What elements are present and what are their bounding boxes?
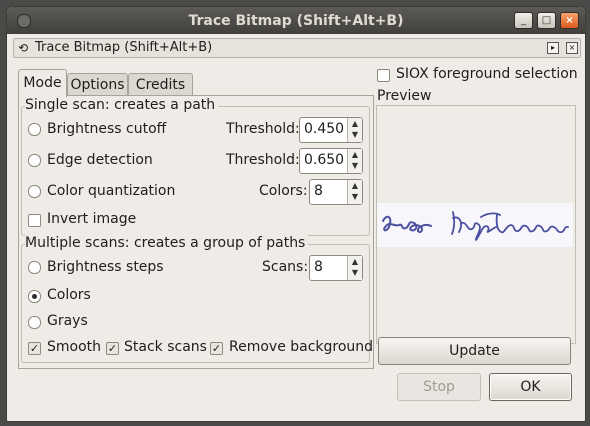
signature-preview (382, 211, 569, 241)
dock-iconify-icon[interactable]: ▸ (547, 42, 559, 54)
scans-spinner[interactable]: 8 ▲ ▼ (309, 255, 363, 281)
siox-label: SIOX foreground selection (396, 66, 578, 82)
spin-arrows-icon[interactable]: ▲ ▼ (347, 180, 362, 204)
maximize-button[interactable]: □ (537, 12, 556, 29)
grays-label: Grays (47, 313, 88, 329)
minimize-button[interactable]: _ (514, 12, 533, 29)
tab-options[interactable]: Options (67, 73, 128, 96)
brightness-threshold-spinner[interactable]: 0.450 ▲ ▼ (299, 117, 363, 143)
spin-arrows-icon[interactable]: ▲ ▼ (347, 256, 362, 280)
tab-credits[interactable]: Credits (128, 73, 193, 96)
close-button[interactable]: × (560, 12, 579, 29)
edge-threshold-value[interactable]: 0.650 (304, 152, 344, 168)
color-quantization-radio[interactable] (28, 185, 41, 198)
siox-checkbox[interactable] (377, 69, 390, 82)
edge-threshold-spinner[interactable]: 0.650 ▲ ▼ (299, 148, 363, 174)
trace-bitmap-icon: ⟲ (18, 41, 29, 55)
invert-image-label: Invert image (47, 211, 137, 227)
single-scan-title: Single scan: creates a path (25, 97, 219, 113)
preview-image (377, 203, 573, 247)
stack-scans-checkbox[interactable]: ✓ (106, 342, 119, 355)
colors-label: Colors (47, 287, 91, 303)
dock-header[interactable]: ⟲ Trace Bitmap (Shift+Alt+B) ▸ × (13, 38, 581, 58)
invert-image-checkbox[interactable] (28, 214, 41, 227)
brightness-threshold-label: Threshold: (226, 121, 300, 137)
dock-title: Trace Bitmap (Shift+Alt+B) (35, 40, 213, 55)
ok-button[interactable]: OK (489, 373, 572, 401)
scans-value[interactable]: 8 (314, 259, 323, 275)
trace-bitmap-window: Trace Bitmap (Shift+Alt+B) _ □ × ⟲ Trace… (6, 6, 586, 422)
window-title: Trace Bitmap (Shift+Alt+B) (188, 13, 404, 29)
stack-scans-label: Stack scans (124, 339, 207, 355)
brightness-steps-radio[interactable] (28, 261, 41, 274)
smooth-checkbox[interactable]: ✓ (28, 342, 41, 355)
colors-count-spinner[interactable]: 8 ▲ ▼ (309, 179, 363, 205)
dock-close-icon[interactable]: × (566, 42, 578, 54)
color-quantization-label: Color quantization (47, 183, 176, 199)
colors-count-value[interactable]: 8 (314, 183, 323, 199)
edge-threshold-label: Threshold: (226, 152, 300, 168)
edge-detection-label: Edge detection (47, 152, 153, 168)
colors-radio[interactable] (28, 290, 41, 303)
grays-radio[interactable] (28, 316, 41, 329)
edge-detection-radio[interactable] (28, 154, 41, 167)
spin-arrows-icon[interactable]: ▲ ▼ (347, 118, 362, 142)
brightness-cutoff-radio[interactable] (28, 123, 41, 136)
brightness-threshold-value[interactable]: 0.450 (304, 121, 344, 137)
tab-mode[interactable]: Mode (18, 69, 67, 97)
remove-background-checkbox[interactable]: ✓ (210, 342, 223, 355)
scans-label: Scans: (262, 259, 309, 275)
title-bar[interactable]: Trace Bitmap (Shift+Alt+B) _ □ × (7, 7, 585, 34)
remove-background-label: Remove background (229, 339, 374, 355)
brightness-steps-label: Brightness steps (47, 259, 164, 275)
preview-title: Preview (377, 88, 432, 104)
stop-button[interactable]: Stop (397, 373, 481, 401)
brightness-cutoff-label: Brightness cutoff (47, 121, 167, 137)
update-button[interactable]: Update (378, 337, 571, 365)
smooth-label: Smooth (47, 339, 102, 355)
spin-arrows-icon[interactable]: ▲ ▼ (347, 149, 362, 173)
colors-count-label: Colors: (259, 183, 308, 199)
multiple-scans-title: Multiple scans: creates a group of paths (25, 235, 309, 251)
